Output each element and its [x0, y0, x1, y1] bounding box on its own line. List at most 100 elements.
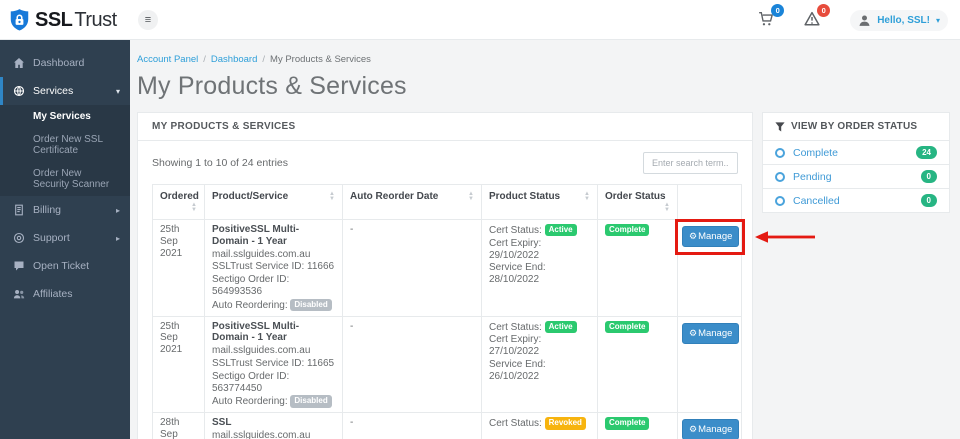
column-header-product-status[interactable]: Product Status ▲ ▼ [481, 184, 598, 220]
sort-icon: ▲ ▼ [584, 191, 590, 202]
vendor-order-id: Sectigo Order ID: 564993536 [212, 274, 290, 297]
cart-button[interactable]: 0 [758, 4, 785, 29]
column-header-product-service[interactable]: Product/Service ▲ ▼ [204, 184, 343, 220]
sidebar-item-dashboard[interactable]: Dashboard [0, 49, 130, 77]
filter-item-pending[interactable]: Pending 0 [763, 164, 949, 188]
product-domain: mail.sslguides.com.au [212, 248, 311, 260]
alerts-button[interactable]: 0 [804, 4, 831, 29]
product-domain: mail.sslguides.com.au [212, 429, 311, 439]
home-icon [14, 58, 24, 68]
filter-item-cancelled[interactable]: Cancelled 0 [763, 188, 949, 212]
product-domain: mail.sslguides.com.au [212, 345, 311, 357]
service-end: Service End: 26/10/2022 [489, 358, 546, 382]
chevron-down-icon: ▾ [115, 86, 120, 96]
topbar: SSL Trust ≡ 0 0 Hello, SSL! ▾ [0, 0, 960, 40]
product-cell: PositiveSSL Multi-Domain - 1 Year mail.s… [204, 219, 343, 317]
order-status-filter-panel: VIEW BY ORDER STATUS Complete 24 Pending… [762, 112, 950, 213]
product-cell: PositiveSSL Multi-Domain - 1 Year mail.s… [204, 315, 343, 414]
sidebar-item-support[interactable]: Support ▸ [0, 224, 130, 252]
cert-expiry: Cert Expiry: 27/10/2022 [489, 334, 542, 358]
sort-icon: ▲ ▼ [664, 202, 670, 213]
sidebar-subitem-order-new-ssl[interactable]: Order New SSL Certificate [0, 128, 130, 162]
sidebar-item-billing[interactable]: Billing ▸ [0, 196, 130, 224]
disabled-badge: Disabled [290, 298, 332, 312]
order-status-badge: Complete [605, 224, 650, 237]
order-status-cell: Complete [597, 412, 678, 439]
vendor-order-id: Sectigo Order ID: 563774450 [212, 370, 290, 394]
column-header-ordered[interactable]: Ordered ▲ ▼ [152, 184, 205, 220]
service-id: SSLTrust Service ID: 11665 [212, 357, 335, 369]
gear-icon: ⚙ [689, 231, 698, 241]
service-end: Service End: 28/10/2022 [489, 262, 546, 286]
alerts-count-badge: 0 [817, 4, 831, 17]
sidebar: Dashboard Services ▾ My Services Order N… [0, 40, 130, 439]
chevron-right-icon: ▸ [115, 205, 120, 215]
filter-funnel-icon [775, 121, 785, 131]
cert-status-badge: Active [544, 320, 577, 333]
order-status-badge: Complete [605, 320, 650, 333]
sidebar-subitem-order-new-scanner[interactable]: Order New Security Scanner [0, 162, 130, 196]
caret-down-icon: ▾ [935, 15, 940, 25]
table-row: 28th Sep 2021 SSL mail.sslguides.com.au … [152, 412, 742, 439]
circle-icon [775, 195, 785, 206]
order-status-cell: Complete [597, 315, 678, 414]
sidebar-item-label: Affiliates [33, 288, 73, 300]
products-table: Ordered ▲ ▼ Product/Service ▲ ▼ Auto Reorder… [152, 184, 816, 439]
product-name: PositiveSSL Multi-Domain - 1 Year [212, 224, 300, 247]
globe-icon [13, 85, 25, 97]
actions-cell: ⚙ Manage [677, 315, 742, 414]
manage-button[interactable]: ⚙ Manage [682, 419, 740, 439]
user-icon [859, 15, 870, 26]
main-content: Account Panel / Dashboard / My Products … [130, 40, 960, 439]
page-title: My Products & Services [137, 72, 407, 100]
product-name: PositiveSSL Multi-Domain - 1 Year [212, 320, 300, 344]
gear-icon: ⚙ [689, 327, 698, 338]
user-menu-label: Hello, SSL! [877, 14, 930, 26]
order-status-cell: Complete [597, 219, 678, 317]
sidebar-item-services[interactable]: Services ▾ [0, 77, 130, 105]
cert-status-badge: Revoked [544, 417, 586, 430]
breadcrumb-link-dashboard[interactable]: Dashboard [211, 54, 257, 65]
sidebar-item-open-ticket[interactable]: Open Ticket [0, 252, 130, 280]
products-services-panel: MY PRODUCTS & SERVICES Showing 1 to 10 o… [137, 112, 816, 439]
brand-text-bold: SSL [35, 8, 73, 31]
breadcrumb-separator: / [262, 54, 266, 65]
hamburger-menu-button[interactable]: ≡ [138, 10, 158, 30]
ordered-cell: 28th Sep 2021 [152, 412, 205, 439]
column-header-order-status[interactable]: Order Status ▲ ▼ [597, 184, 678, 220]
column-header-actions [677, 184, 742, 220]
sort-icon: ▲ ▼ [191, 202, 197, 213]
sidebar-item-affiliates[interactable]: Affiliates [0, 280, 130, 308]
annotation-arrow [755, 230, 816, 243]
sidebar-subitem-my-services[interactable]: My Services [0, 105, 130, 128]
brand-logo[interactable]: SSL Trust [0, 0, 130, 40]
gear-icon: ⚙ [689, 424, 698, 435]
sidebar-item-label: Support [33, 232, 70, 244]
table-row: 25th Sep 2021 PositiveSSL Multi-Domain -… [152, 219, 816, 317]
manage-button[interactable]: ⚙ Manage [682, 226, 740, 247]
showing-entries-text: Showing 1 to 10 of 24 entries [152, 157, 289, 169]
service-id: SSLTrust Service ID: 11666 [212, 261, 335, 273]
life-ring-icon [13, 232, 25, 244]
chevron-right-icon: ▸ [115, 233, 120, 243]
product-status-cell: Cert Status: Revoked [481, 412, 598, 439]
topbar-actions: 0 0 Hello, SSL! ▾ [758, 0, 948, 40]
sort-icon: ▲ ▼ [468, 191, 474, 202]
filter-item-complete[interactable]: Complete 24 [763, 140, 949, 164]
auto-reordering-line: Auto Reordering: Disabled [212, 298, 335, 312]
product-name: SSL [212, 417, 232, 429]
column-header-auto-reorder-date[interactable]: Auto Reorder Date ▲ ▼ [342, 184, 482, 220]
order-status-badge: Complete [605, 417, 650, 430]
table-row: 25th Sep 2021 PositiveSSL Multi-Domain -… [152, 315, 742, 414]
breadcrumb-current: My Products & Services [270, 54, 371, 65]
services-submenu: My Services Order New SSL Certificate Or… [0, 105, 130, 196]
ordered-cell: 25th Sep 2021 [152, 315, 205, 414]
product-status-cell: Cert Status: Active Cert Expiry: 29/10/2… [481, 219, 598, 317]
breadcrumb-link-account-panel[interactable]: Account Panel [137, 54, 198, 65]
sidebar-item-label: Services [33, 85, 74, 97]
search-input[interactable] [643, 152, 738, 174]
actions-cell: ⚙ Manage [677, 412, 742, 439]
manage-button[interactable]: ⚙ Manage [682, 322, 740, 344]
users-icon [13, 290, 25, 299]
user-menu[interactable]: Hello, SSL! ▾ [850, 9, 948, 31]
